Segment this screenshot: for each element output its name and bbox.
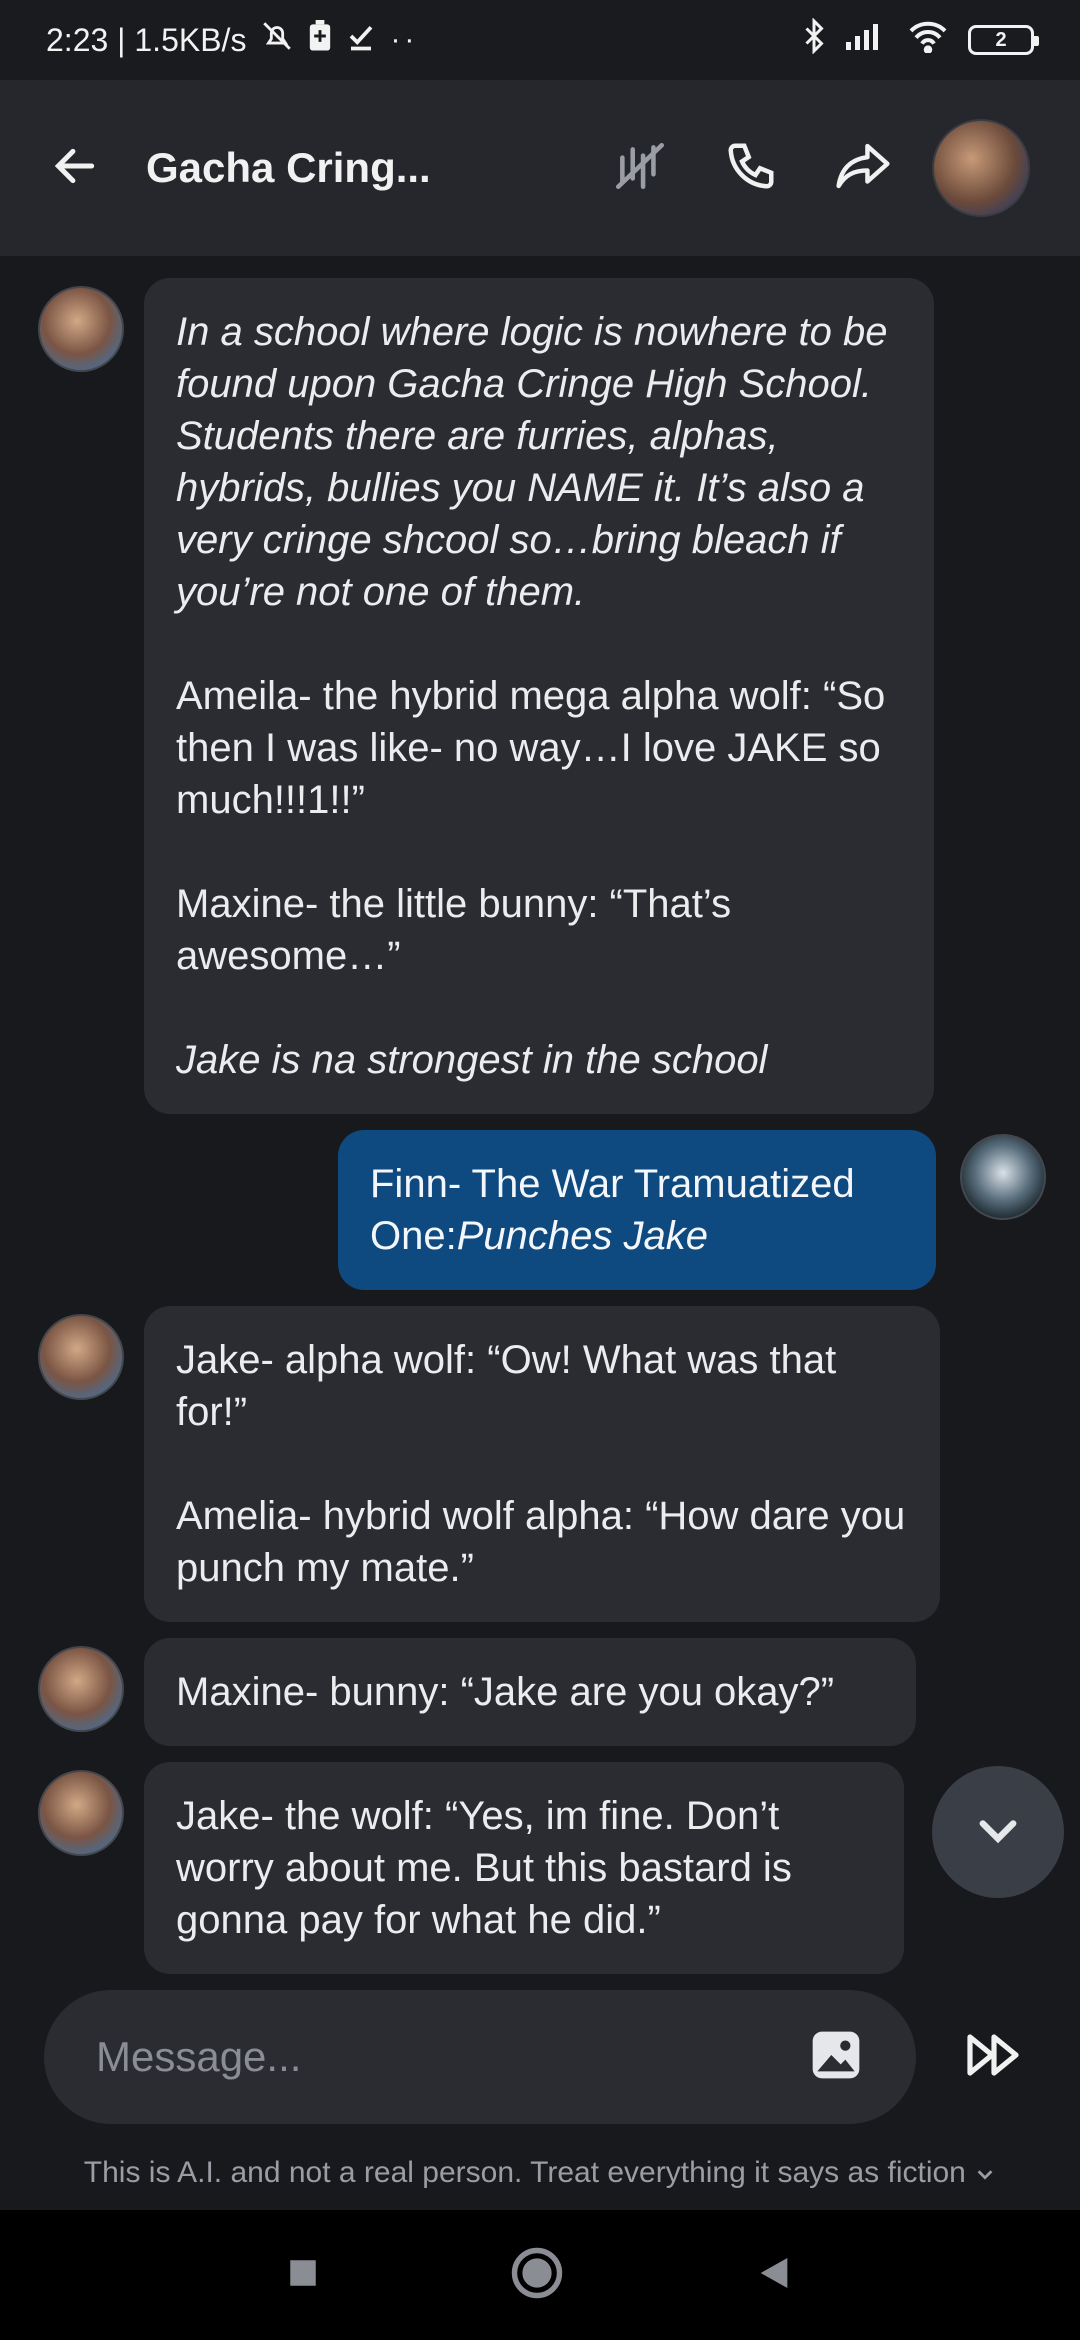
home-circle-icon[interactable] — [510, 2246, 564, 2305]
back-arrow-icon[interactable] — [50, 141, 100, 196]
message-paragraph: Jake- alpha wolf: “Ow! What was that for… — [176, 1338, 837, 1434]
message-input[interactable] — [96, 2033, 808, 2081]
message-paragraph: Ameila- the hybrid mega alpha wolf: “So … — [176, 674, 886, 822]
bot-avatar[interactable] — [38, 1770, 124, 1856]
bot-avatar[interactable] — [38, 1314, 124, 1400]
system-nav-bar — [0, 2210, 1080, 2340]
recents-square-icon[interactable] — [286, 2256, 320, 2295]
user-message-action: Punches Jake — [456, 1214, 708, 1258]
bluetooth-icon — [802, 17, 826, 62]
ai-disclaimer[interactable]: This is A.I. and not a real person. Trea… — [0, 2156, 1080, 2190]
message-composer — [44, 1990, 916, 2124]
bot-message[interactable]: Jake- the wolf: “Yes, im fine. Don’t wor… — [144, 1762, 904, 1974]
scroll-to-bottom-button[interactable] — [932, 1766, 1064, 1898]
message-paragraph: Jake is na strongest in the school — [176, 1038, 768, 1082]
bot-avatar[interactable] — [38, 286, 124, 372]
voice-wave-icon[interactable] — [612, 137, 670, 200]
wifi-icon — [906, 19, 950, 61]
chat-title[interactable]: Gacha Cring... — [146, 144, 431, 192]
chat-header: Gacha Cring... — [0, 80, 1080, 256]
message-paragraph: Jake- the wolf: “Yes, im fine. Don’t wor… — [176, 1794, 792, 1942]
phone-call-icon[interactable] — [724, 139, 778, 198]
bot-message[interactable]: Jake- alpha wolf: “Ow! What was that for… — [144, 1306, 940, 1622]
battery-saver-icon — [308, 20, 332, 60]
user-avatar[interactable] — [960, 1134, 1046, 1220]
chevron-down-icon — [972, 1804, 1024, 1861]
back-triangle-icon[interactable] — [754, 2253, 794, 2298]
battery-level: 2 — [995, 28, 1007, 51]
bot-message[interactable]: Maxine- bunny: “Jake are you okay?” — [144, 1638, 916, 1746]
message-paragraph: Maxine- the little bunny: “That’s awesom… — [176, 882, 732, 978]
disclaimer-text: This is A.I. and not a real person. Trea… — [83, 2156, 966, 2189]
message-paragraph: Maxine- bunny: “Jake are you okay?” — [176, 1670, 835, 1714]
status-bar: 2:23 | 1.5KB/s ·· 2 — [0, 0, 1080, 80]
chat-area[interactable]: In a school where logic is nowhere to be… — [0, 256, 1080, 1976]
share-arrow-icon[interactable] — [832, 139, 894, 198]
message-paragraph: In a school where logic is nowhere to be… — [176, 310, 888, 614]
status-time: 2:23 | 1.5KB/s — [46, 21, 247, 58]
muted-alarm-icon — [260, 19, 294, 61]
image-upload-icon[interactable] — [808, 2027, 864, 2088]
bot-message[interactable]: In a school where logic is nowhere to be… — [144, 278, 934, 1114]
chevron-down-icon — [974, 2156, 996, 2189]
bot-avatar[interactable] — [38, 1646, 124, 1732]
fast-forward-icon — [964, 2030, 1028, 2085]
checkmark-icon — [346, 21, 376, 59]
message-paragraph: Amelia- hybrid wolf alpha: “How dare you… — [176, 1494, 906, 1590]
signal-icon — [844, 20, 888, 60]
battery-icon: 2 — [968, 25, 1039, 55]
character-avatar[interactable] — [932, 119, 1030, 217]
more-notifications-icon: ·· — [390, 23, 419, 56]
user-message[interactable]: Finn- The War Tramuatized One:Punches Ja… — [338, 1130, 936, 1290]
fast-forward-send-button[interactable] — [956, 2022, 1036, 2092]
